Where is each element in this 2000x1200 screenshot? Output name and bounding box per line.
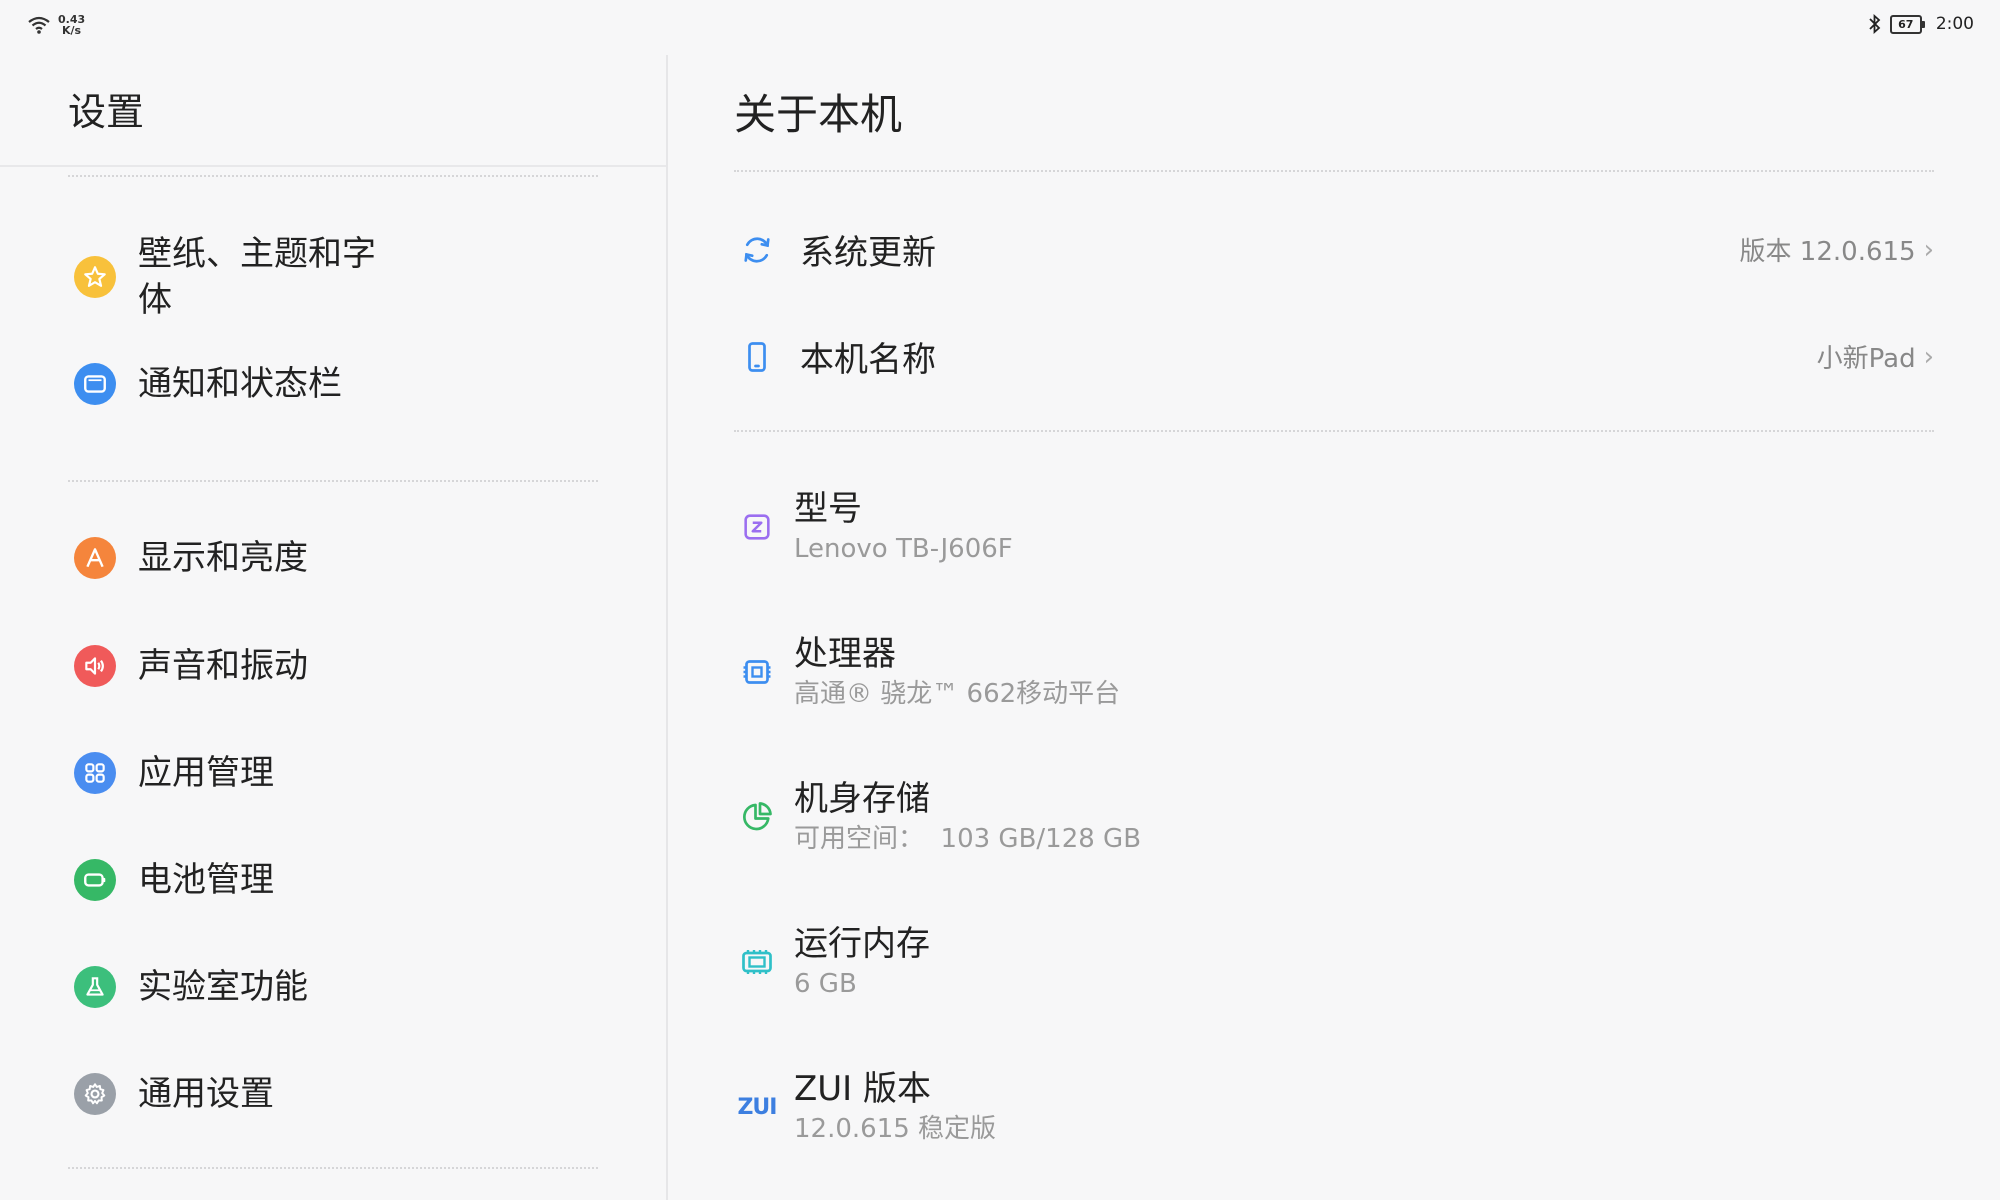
bluetooth-icon [1869,14,1881,34]
sidebar-title: 设置 [68,90,145,134]
wifi-icon [28,16,50,34]
settings-sidebar: 设置 壁纸、主题和字体 通知和状态栏 显示和亮度 声音和振动 应用管理 电池管理… [0,55,666,1200]
processor-row: 处理器 高通® 骁龙™ 662移动平台 [734,632,1120,712]
model-value: Lenovo TB-J606F [794,534,1013,564]
refresh-icon [734,227,780,273]
sidebar-item-notifications[interactable]: 通知和状态栏 [74,361,408,407]
net-speed-unit: K/s [62,24,82,37]
zui-logo-text: ZUI [737,1094,777,1120]
speaker-icon [74,645,116,687]
sidebar-item-label: 声音和振动 [138,646,308,686]
processor-label: 处理器 [794,634,896,674]
battery-indicator: 67 [1889,14,1925,34]
status-left: 0.43 K/s [28,14,85,36]
zui-version-row: ZUI ZUI 版本 12.0.615 稳定版 [734,1067,996,1147]
device-name-label: 本机名称 [800,340,936,380]
device-name-value-group: 小新Pad › [1817,338,1934,375]
storage-row: 机身存储 可用空间： 103 GB/128 GB [734,777,1141,857]
zui-version-label: ZUI 版本 [794,1069,932,1109]
ram-label: 运行内存 [794,924,930,964]
apps-grid-icon [74,752,116,794]
model-label: 型号 [794,489,862,529]
system-update-value-group: 版本 12.0.615 › [1740,231,1934,268]
divider [68,175,598,177]
chevron-right-icon: › [1923,341,1934,372]
display-icon [74,537,116,579]
sidebar-item-apps[interactable]: 应用管理 [74,750,408,796]
flask-icon [74,966,116,1008]
about-device-panel: 关于本机 系统更新 版本 12.0.615 › 本机名称 小新Pad › 型号 … [668,55,2000,1200]
star-icon [74,256,116,298]
device-name-value: 小新Pad [1816,344,1916,374]
sidebar-item-label: 显示和亮度 [138,538,308,578]
system-update-label: 系统更新 [800,233,936,273]
model-z-icon [734,504,780,550]
battery-icon [74,859,116,901]
storage-texts: 机身存储 可用空间： 103 GB/128 GB [794,777,1141,857]
gear-icon [74,1073,116,1115]
sidebar-item-general[interactable]: 通用设置 [74,1071,408,1117]
ram-row: 运行内存 6 GB [734,922,930,1002]
model-texts: 型号 Lenovo TB-J606F [794,487,1013,567]
sidebar-item-label: 通知和状态栏 [138,364,342,404]
zui-version-texts: ZUI 版本 12.0.615 稳定版 [794,1067,996,1147]
divider [734,170,1934,172]
system-update-value: 版本 12.0.615 [1739,237,1916,267]
ram-texts: 运行内存 6 GB [794,922,930,1002]
sidebar-item-display[interactable]: 显示和亮度 [74,535,408,581]
system-update-row[interactable]: 系统更新 版本 12.0.615 › [734,225,1934,274]
network-speed: 0.43 K/s [58,14,85,36]
zui-version-value: 12.0.615 稳定版 [794,1114,997,1144]
clock: 2:00 [1935,14,1974,34]
sidebar-item-battery[interactable]: 电池管理 [74,857,408,903]
divider [68,1167,598,1169]
sidebar-item-label: 电池管理 [138,860,274,900]
zui-logo-icon: ZUI [734,1084,780,1130]
device-name-row[interactable]: 本机名称 小新Pad › [734,332,1934,381]
pie-chart-icon [734,794,780,840]
processor-texts: 处理器 高通® 骁龙™ 662移动平台 [794,632,1120,712]
chevron-right-icon: › [1923,234,1934,265]
model-row: 型号 Lenovo TB-J606F [734,487,1013,567]
status-right: 67 2:00 [1868,14,1974,34]
page-title: 关于本机 [734,90,903,139]
sidebar-item-sound[interactable]: 声音和振动 [74,643,408,689]
phone-icon [734,334,780,380]
sidebar-item-label: 通用设置 [138,1074,274,1114]
notification-icon [74,363,116,405]
ram-value: 6 GB [794,969,857,999]
sidebar-item-label: 应用管理 [138,753,274,793]
sidebar-item-wallpaper-theme-font[interactable]: 壁纸、主题和字体 [74,231,408,323]
divider [68,480,598,482]
sidebar-item-label: 壁纸、主题和字体 [138,234,376,320]
sidebar-item-lab[interactable]: 实验室功能 [74,964,408,1010]
status-bar: 0.43 K/s 67 2:00 [0,0,2000,50]
sidebar-item-label: 实验室功能 [138,967,308,1007]
divider [734,430,1934,432]
sidebar-header-divider [0,165,666,167]
memory-icon [734,939,780,985]
storage-value: 可用空间： 103 GB/128 GB [794,824,1142,854]
chip-icon [734,649,780,695]
processor-value: 高通® 骁龙™ 662移动平台 [794,679,1121,709]
storage-label: 机身存储 [794,779,930,819]
